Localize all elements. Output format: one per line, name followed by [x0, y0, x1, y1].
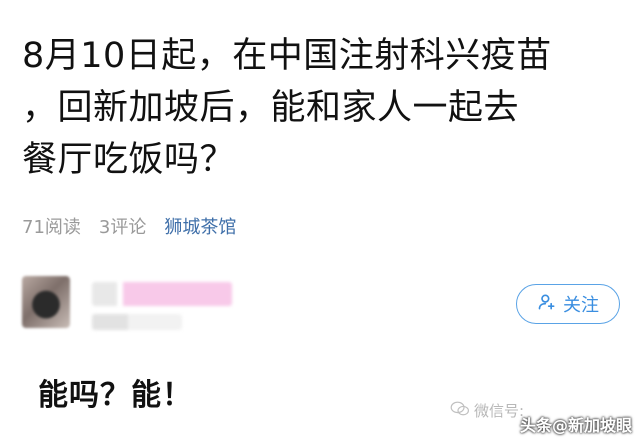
read-count: 71阅读: [22, 217, 81, 238]
avatar[interactable]: [22, 276, 70, 328]
post-title: 8月10日起，在中国注射科兴疫苗 ，回新加坡后，能和家人一起去 餐厅吃饭吗？: [22, 30, 622, 186]
title-line-1: 8月10日起，在中国注射科兴疫苗: [22, 36, 552, 76]
author-subtitle-blurred: [92, 314, 182, 330]
wechat-watermark-text: 微信号:: [474, 402, 525, 420]
comment-count[interactable]: 3评论: [99, 213, 146, 239]
author-name-blurred[interactable]: [92, 282, 232, 306]
wechat-watermark: 微信号:: [450, 400, 524, 421]
follow-label: 关注: [563, 295, 599, 316]
title-line-2: ，回新加坡后，能和家人一起去: [22, 88, 520, 128]
title-line-3: 餐厅吃饭吗？: [22, 140, 236, 180]
author-row: 关注: [22, 270, 622, 340]
wechat-icon: [450, 401, 470, 421]
toutiao-watermark: 头条@新加坡眼: [520, 416, 633, 435]
group-link[interactable]: 狮城茶馆: [164, 213, 236, 239]
follow-button[interactable]: 关注: [516, 284, 620, 324]
answer-text: 能吗？能！: [38, 378, 193, 413]
post-meta: 71阅读 3评论 狮城茶馆: [22, 213, 236, 239]
add-user-icon: [537, 292, 557, 317]
